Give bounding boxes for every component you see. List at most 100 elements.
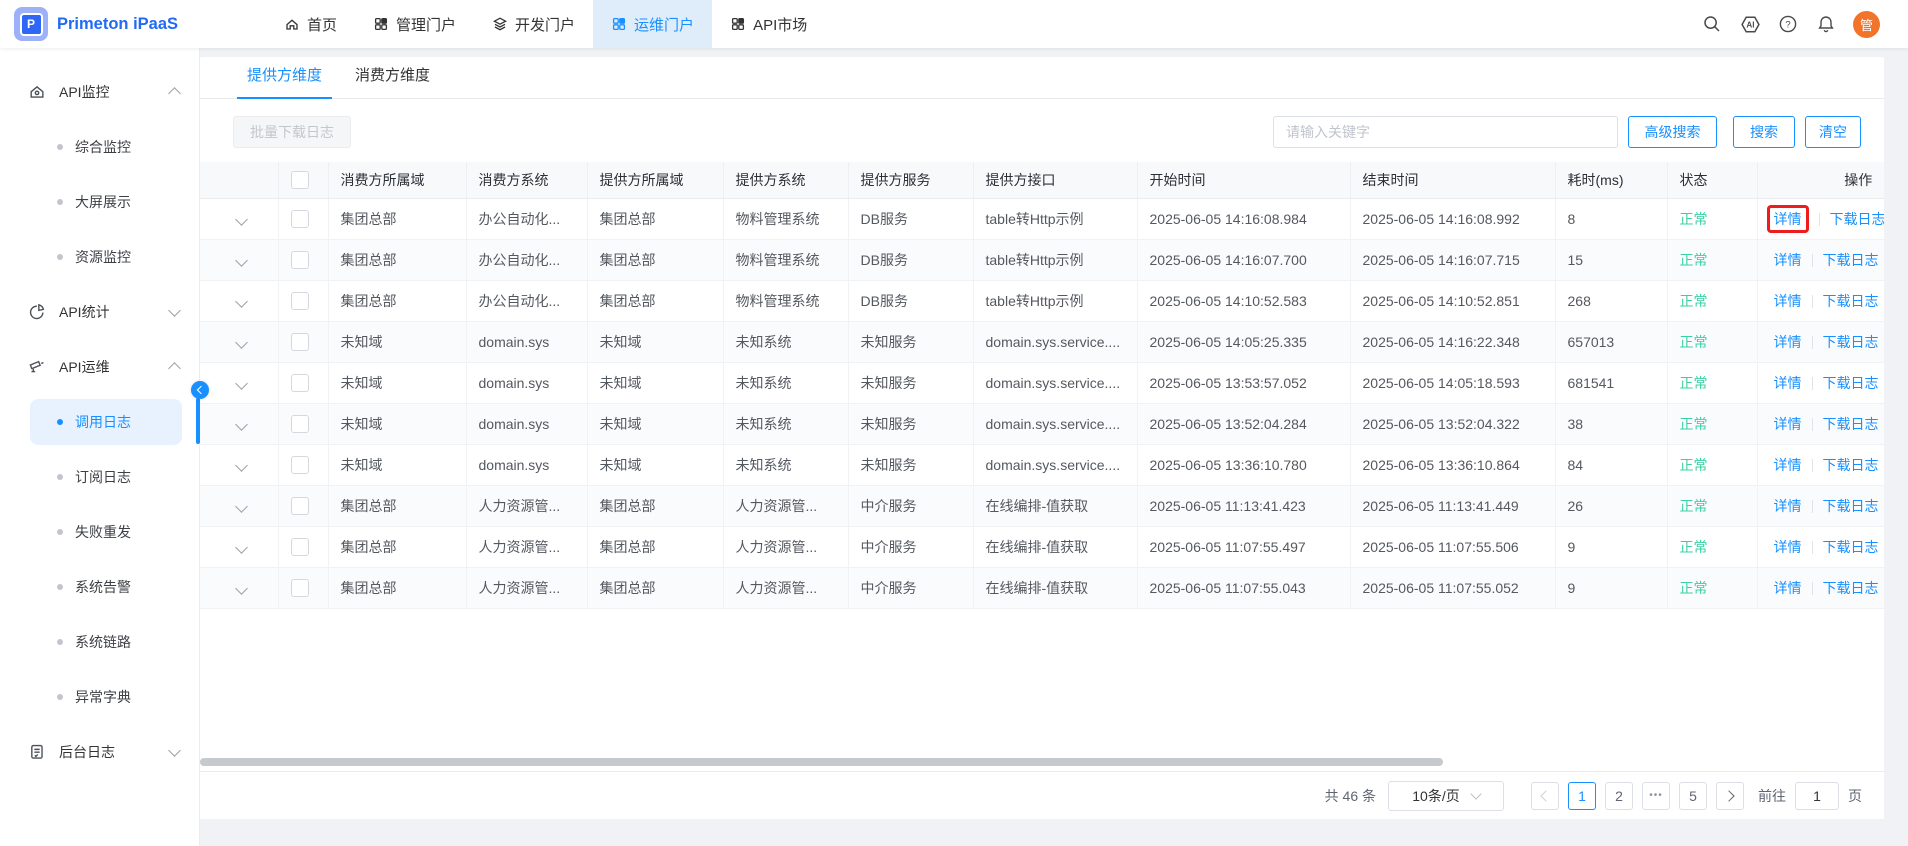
chevron-down-icon[interactable]: [235, 541, 248, 554]
nav-item-2[interactable]: 管理门户: [355, 0, 474, 48]
nav-item-1[interactable]: 首页: [266, 0, 355, 48]
row-checkbox[interactable]: [291, 333, 309, 351]
cell-provider_interface: domain.sys.service....: [973, 403, 1137, 444]
cell-end_time: 2025-06-05 13:36:10.864: [1350, 444, 1555, 485]
detail-link[interactable]: 详情: [1774, 375, 1802, 391]
download-log-link[interactable]: 下载日志: [1823, 457, 1879, 473]
download-log-link[interactable]: 下载日志: [1823, 498, 1879, 514]
row-checkbox[interactable]: [291, 497, 309, 515]
sidebar-item-系统链路[interactable]: 系统链路: [0, 614, 199, 669]
ai-assistant-icon[interactable]: AI: [1739, 13, 1761, 35]
action-divider: [1812, 336, 1813, 349]
sidebar-group-label: API统计: [59, 302, 110, 322]
more-pages-button[interactable]: •••: [1642, 782, 1670, 810]
download-log-link[interactable]: 下载日志: [1823, 416, 1879, 432]
nav-item-3[interactable]: 开发门户: [474, 0, 593, 48]
col-header-2: 消费方系统: [466, 162, 587, 198]
sidebar-item-调用日志[interactable]: 调用日志: [0, 394, 199, 449]
user-avatar[interactable]: 管: [1853, 11, 1880, 38]
page-button-2[interactable]: 2: [1605, 782, 1633, 810]
row-checkbox[interactable]: [291, 538, 309, 556]
cell-consumer_system: 人力资源管...: [466, 567, 587, 608]
row-checkbox[interactable]: [291, 210, 309, 228]
batch-download-button[interactable]: 批量下载日志: [233, 116, 351, 148]
goto-page-input[interactable]: [1795, 782, 1839, 810]
detail-link[interactable]: 详情: [1774, 498, 1802, 514]
sidebar-collapse-button[interactable]: [191, 381, 209, 399]
row-checkbox[interactable]: [291, 374, 309, 392]
cell-cost_ms: 38: [1555, 403, 1667, 444]
select-all-checkbox[interactable]: [291, 171, 309, 189]
next-page-button[interactable]: [1716, 782, 1744, 810]
prev-page-button[interactable]: [1531, 782, 1559, 810]
page-button-1[interactable]: 1: [1568, 782, 1596, 810]
sidebar-group-2[interactable]: API统计: [0, 284, 199, 339]
sidebar-item-综合监控[interactable]: 综合监控: [0, 119, 199, 174]
col-select: [278, 162, 328, 198]
tab-provider-dimension[interactable]: 提供方维度: [237, 64, 332, 98]
row-select-cell: [278, 403, 328, 444]
chevron-down-icon[interactable]: [235, 254, 248, 267]
sidebar-group-4[interactable]: 后台日志: [0, 724, 199, 779]
row-checkbox[interactable]: [291, 292, 309, 310]
detail-link[interactable]: 详情: [1774, 539, 1802, 555]
download-log-link[interactable]: 下载日志: [1823, 375, 1879, 391]
row-checkbox[interactable]: [291, 456, 309, 474]
chevron-down-icon[interactable]: [235, 336, 248, 349]
download-log-link[interactable]: 下载日志: [1823, 293, 1879, 309]
download-log-link[interactable]: 下载日志: [1830, 211, 1885, 227]
download-log-link[interactable]: 下载日志: [1823, 580, 1879, 596]
row-checkbox[interactable]: [291, 251, 309, 269]
chevron-down-icon[interactable]: [235, 582, 248, 595]
sidebar-item-异常字典[interactable]: 异常字典: [0, 669, 199, 724]
chevron-down-icon[interactable]: [235, 295, 248, 308]
cell-provider_interface: 在线编排-值获取: [973, 526, 1137, 567]
cell-cost_ms: 9: [1555, 526, 1667, 567]
chevron-up-icon: [168, 362, 181, 375]
detail-link[interactable]: 详情: [1774, 457, 1802, 473]
page-button-5[interactable]: 5: [1679, 782, 1707, 810]
chevron-down-icon[interactable]: [235, 500, 248, 513]
chevron-down-icon[interactable]: [235, 377, 248, 390]
detail-link[interactable]: 详情: [1774, 252, 1802, 268]
cell-start_time: 2025-06-05 11:13:41.423: [1137, 485, 1350, 526]
advanced-search-button[interactable]: 高级搜索: [1628, 116, 1717, 148]
col-header-3: 提供方所属域: [587, 162, 723, 198]
col-header-9: 耗时(ms): [1555, 162, 1667, 198]
sidebar-item-订阅日志[interactable]: 订阅日志: [0, 449, 199, 504]
sidebar-item-大屏展示[interactable]: 大屏展示: [0, 174, 199, 229]
horizontal-scrollbar-thumb[interactable]: [200, 758, 1443, 766]
detail-link[interactable]: 详情: [1774, 416, 1802, 432]
download-log-link[interactable]: 下载日志: [1823, 539, 1879, 555]
keyword-search-input[interactable]: [1273, 116, 1618, 148]
top-navbar: P Primeton iPaaS 首页管理门户开发门户运维门户API市场 AI …: [0, 0, 1908, 48]
tab-consumer-dimension[interactable]: 消费方维度: [345, 64, 440, 98]
sidebar-item-资源监控[interactable]: 资源监控: [0, 229, 199, 284]
download-log-link[interactable]: 下载日志: [1823, 334, 1879, 350]
detail-link[interactable]: 详情: [1774, 293, 1802, 309]
sidebar-item-失败重发[interactable]: 失败重发: [0, 504, 199, 559]
detail-link[interactable]: 详情: [1774, 580, 1802, 596]
detail-link[interactable]: 详情: [1774, 211, 1802, 227]
row-checkbox[interactable]: [291, 579, 309, 597]
page-size-select[interactable]: 10条/页: [1388, 781, 1504, 811]
search-icon[interactable]: [1701, 13, 1723, 35]
notification-bell-icon[interactable]: [1815, 13, 1837, 35]
clear-button[interactable]: 清空: [1805, 116, 1861, 148]
cell-actions: 详情 下载日志: [1757, 321, 1884, 362]
chevron-down-icon[interactable]: [235, 418, 248, 431]
search-button[interactable]: 搜索: [1733, 116, 1795, 148]
sidebar-group-3[interactable]: API运维: [0, 339, 199, 394]
help-icon[interactable]: ?: [1777, 13, 1799, 35]
detail-link[interactable]: 详情: [1774, 334, 1802, 350]
cell-status: 正常: [1667, 280, 1757, 321]
chevron-down-icon[interactable]: [235, 213, 248, 226]
row-checkbox[interactable]: [291, 415, 309, 433]
sidebar-item-系统告警[interactable]: 系统告警: [0, 559, 199, 614]
nav-item-4[interactable]: 运维门户: [593, 0, 712, 48]
sidebar-group-1[interactable]: API监控: [0, 64, 199, 119]
nav-item-5[interactable]: API市场: [712, 0, 825, 48]
chevron-down-icon[interactable]: [235, 459, 248, 472]
monitor-icon: [28, 83, 45, 100]
download-log-link[interactable]: 下载日志: [1823, 252, 1879, 268]
